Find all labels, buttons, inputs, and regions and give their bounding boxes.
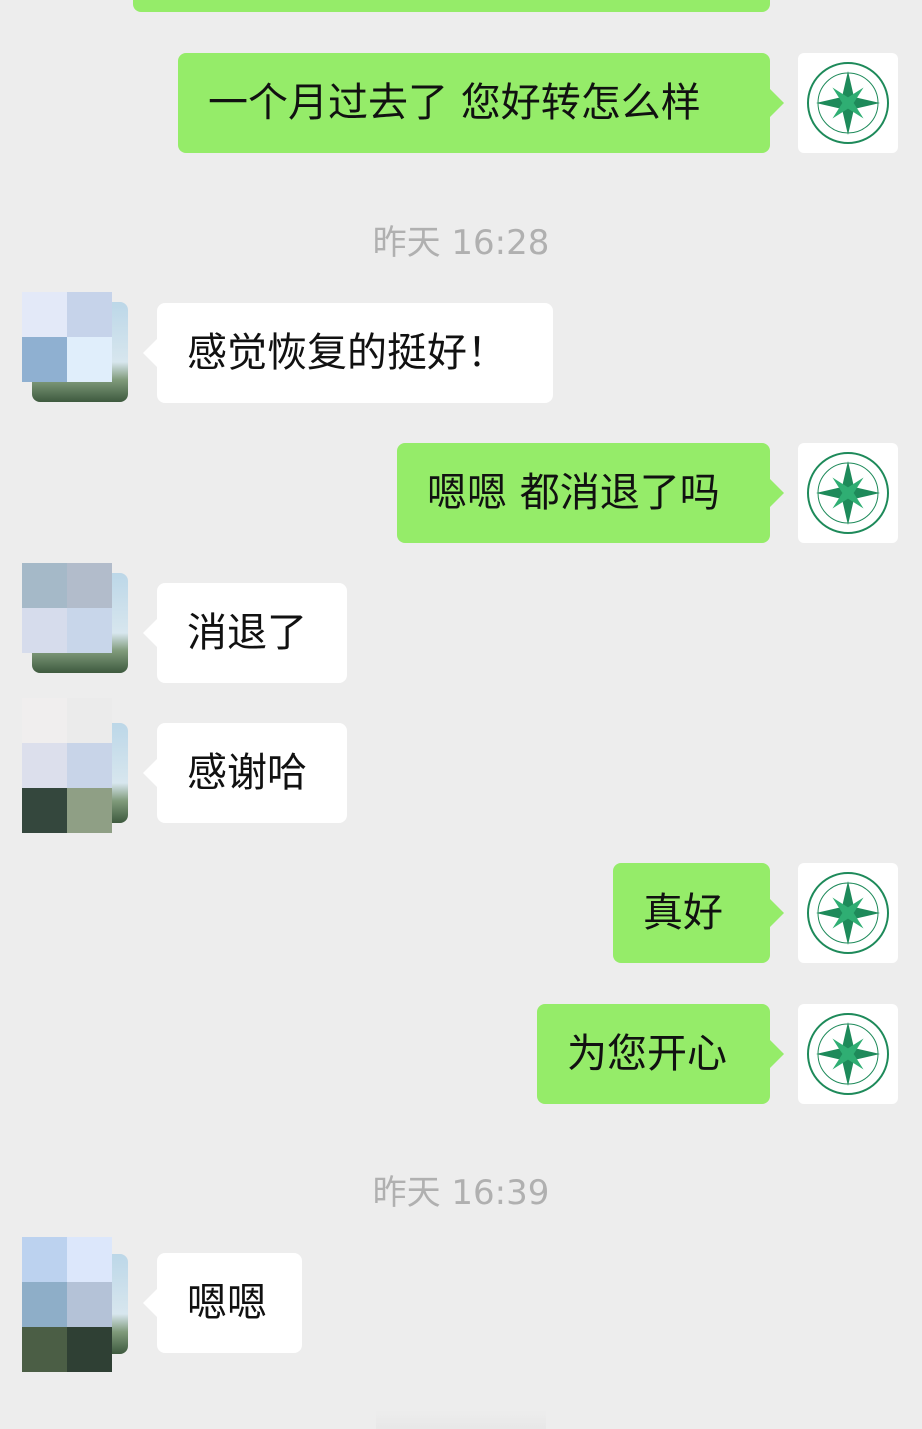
compass-logo-icon — [807, 452, 889, 534]
contact-avatar[interactable] — [22, 563, 128, 675]
received-message-bubble[interactable]: 感谢哈 — [143, 723, 347, 823]
pixelated-avatar-icon — [22, 563, 112, 653]
sender-avatar[interactable] — [798, 863, 898, 963]
message-text: 真好 — [643, 890, 723, 936]
timestamp: 昨天 16:39 — [372, 1173, 550, 1213]
compass-logo-icon — [807, 1013, 889, 1095]
sent-message-bubble[interactable]: 嗯嗯 都消退了吗 — [397, 443, 784, 543]
message-text: 嗯嗯 — [187, 1280, 267, 1326]
sent-message-bubble[interactable]: 一个月过去了 您好转怎么样 — [178, 53, 784, 153]
sent-message-bubble[interactable]: 为您开心 — [537, 1004, 784, 1104]
sent-message-bubble[interactable]: 真好 — [613, 863, 784, 963]
partial-timestamp — [0, 1410, 922, 1429]
message-text: 一个月过去了 您好转怎么样 — [208, 80, 701, 126]
pixelated-avatar-icon — [22, 292, 112, 382]
message-text: 嗯嗯 都消退了吗 — [427, 470, 720, 516]
pixelated-avatar-icon — [22, 698, 112, 833]
contact-avatar[interactable] — [22, 1237, 128, 1372]
compass-logo-icon — [807, 62, 889, 144]
message-text: 感觉恢复的挺好！ — [187, 330, 507, 376]
received-message-bubble[interactable]: 嗯嗯 — [143, 1253, 302, 1353]
message-text: 为您开心 — [567, 1031, 727, 1077]
sender-avatar[interactable] — [798, 1004, 898, 1104]
sender-avatar[interactable] — [798, 443, 898, 543]
contact-avatar[interactable] — [22, 292, 128, 404]
partial-sent-bubble[interactable] — [133, 0, 770, 12]
message-text: 消退了 — [187, 610, 307, 656]
message-text: 感谢哈 — [187, 750, 307, 796]
sender-avatar[interactable] — [798, 53, 898, 153]
pixelated-avatar-icon — [22, 1237, 112, 1372]
contact-avatar[interactable] — [22, 698, 128, 833]
received-message-bubble[interactable]: 消退了 — [143, 583, 347, 683]
timestamp: 昨天 16:28 — [372, 223, 550, 263]
received-message-bubble[interactable]: 感觉恢复的挺好！ — [143, 303, 553, 403]
compass-logo-icon — [807, 872, 889, 954]
